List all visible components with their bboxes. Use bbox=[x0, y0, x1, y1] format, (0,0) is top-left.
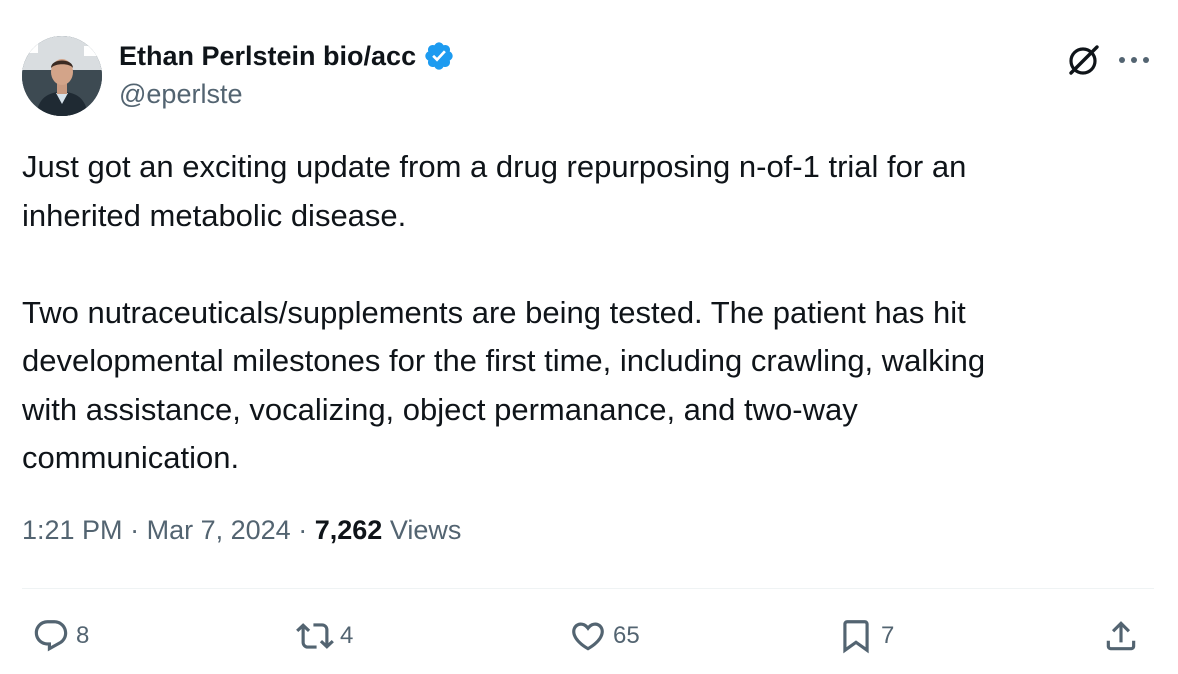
reply-button[interactable]: 8 bbox=[32, 615, 89, 657]
tweet-paragraph: Just got an exciting update from a drug … bbox=[22, 149, 967, 233]
retweet-button[interactable]: 4 bbox=[296, 615, 353, 657]
views-label: Views bbox=[389, 515, 462, 545]
like-count: 65 bbox=[613, 622, 640, 649]
like-button[interactable]: 65 bbox=[569, 615, 640, 657]
tweet-card: Ethan Perlstein bio/acc @eperlste Just g… bbox=[0, 0, 1178, 674]
share-button[interactable] bbox=[1102, 615, 1140, 657]
tweet-paragraph: Two nutraceuticals/supplements are being… bbox=[22, 294, 986, 476]
avatar-image bbox=[22, 36, 102, 116]
share-icon bbox=[1106, 621, 1136, 651]
grok-icon[interactable] bbox=[1064, 42, 1102, 80]
verified-badge-icon[interactable] bbox=[423, 40, 455, 72]
reply-count: 8 bbox=[76, 622, 90, 649]
tweet-metadata: 1:21 PM · Mar 7, 2024 · 7,262 Views bbox=[22, 515, 461, 546]
author-name-row: Ethan Perlstein bio/acc bbox=[119, 38, 455, 74]
author-handle[interactable]: @eperlste bbox=[119, 79, 242, 110]
retweet-count: 4 bbox=[340, 622, 354, 649]
tweet-text: Just got an exciting update from a drug … bbox=[22, 143, 1152, 483]
meta-separator: · bbox=[298, 515, 308, 545]
retweet-icon bbox=[296, 623, 334, 649]
like-icon bbox=[572, 622, 604, 651]
avatar[interactable] bbox=[22, 36, 102, 116]
tweet-time[interactable]: 1:21 PM bbox=[22, 515, 123, 545]
tweet-date[interactable]: Mar 7, 2024 bbox=[147, 515, 291, 545]
bookmark-count: 7 bbox=[881, 622, 895, 649]
more-icon[interactable] bbox=[1114, 42, 1154, 78]
bookmark-button[interactable]: 7 bbox=[837, 615, 894, 657]
author-display-name[interactable]: Ethan Perlstein bio/acc bbox=[119, 41, 416, 72]
meta-separator: · bbox=[130, 515, 140, 545]
views-count: 7,262 bbox=[314, 515, 383, 545]
reply-icon bbox=[34, 620, 68, 652]
bookmark-icon bbox=[843, 620, 869, 654]
divider bbox=[22, 588, 1154, 589]
